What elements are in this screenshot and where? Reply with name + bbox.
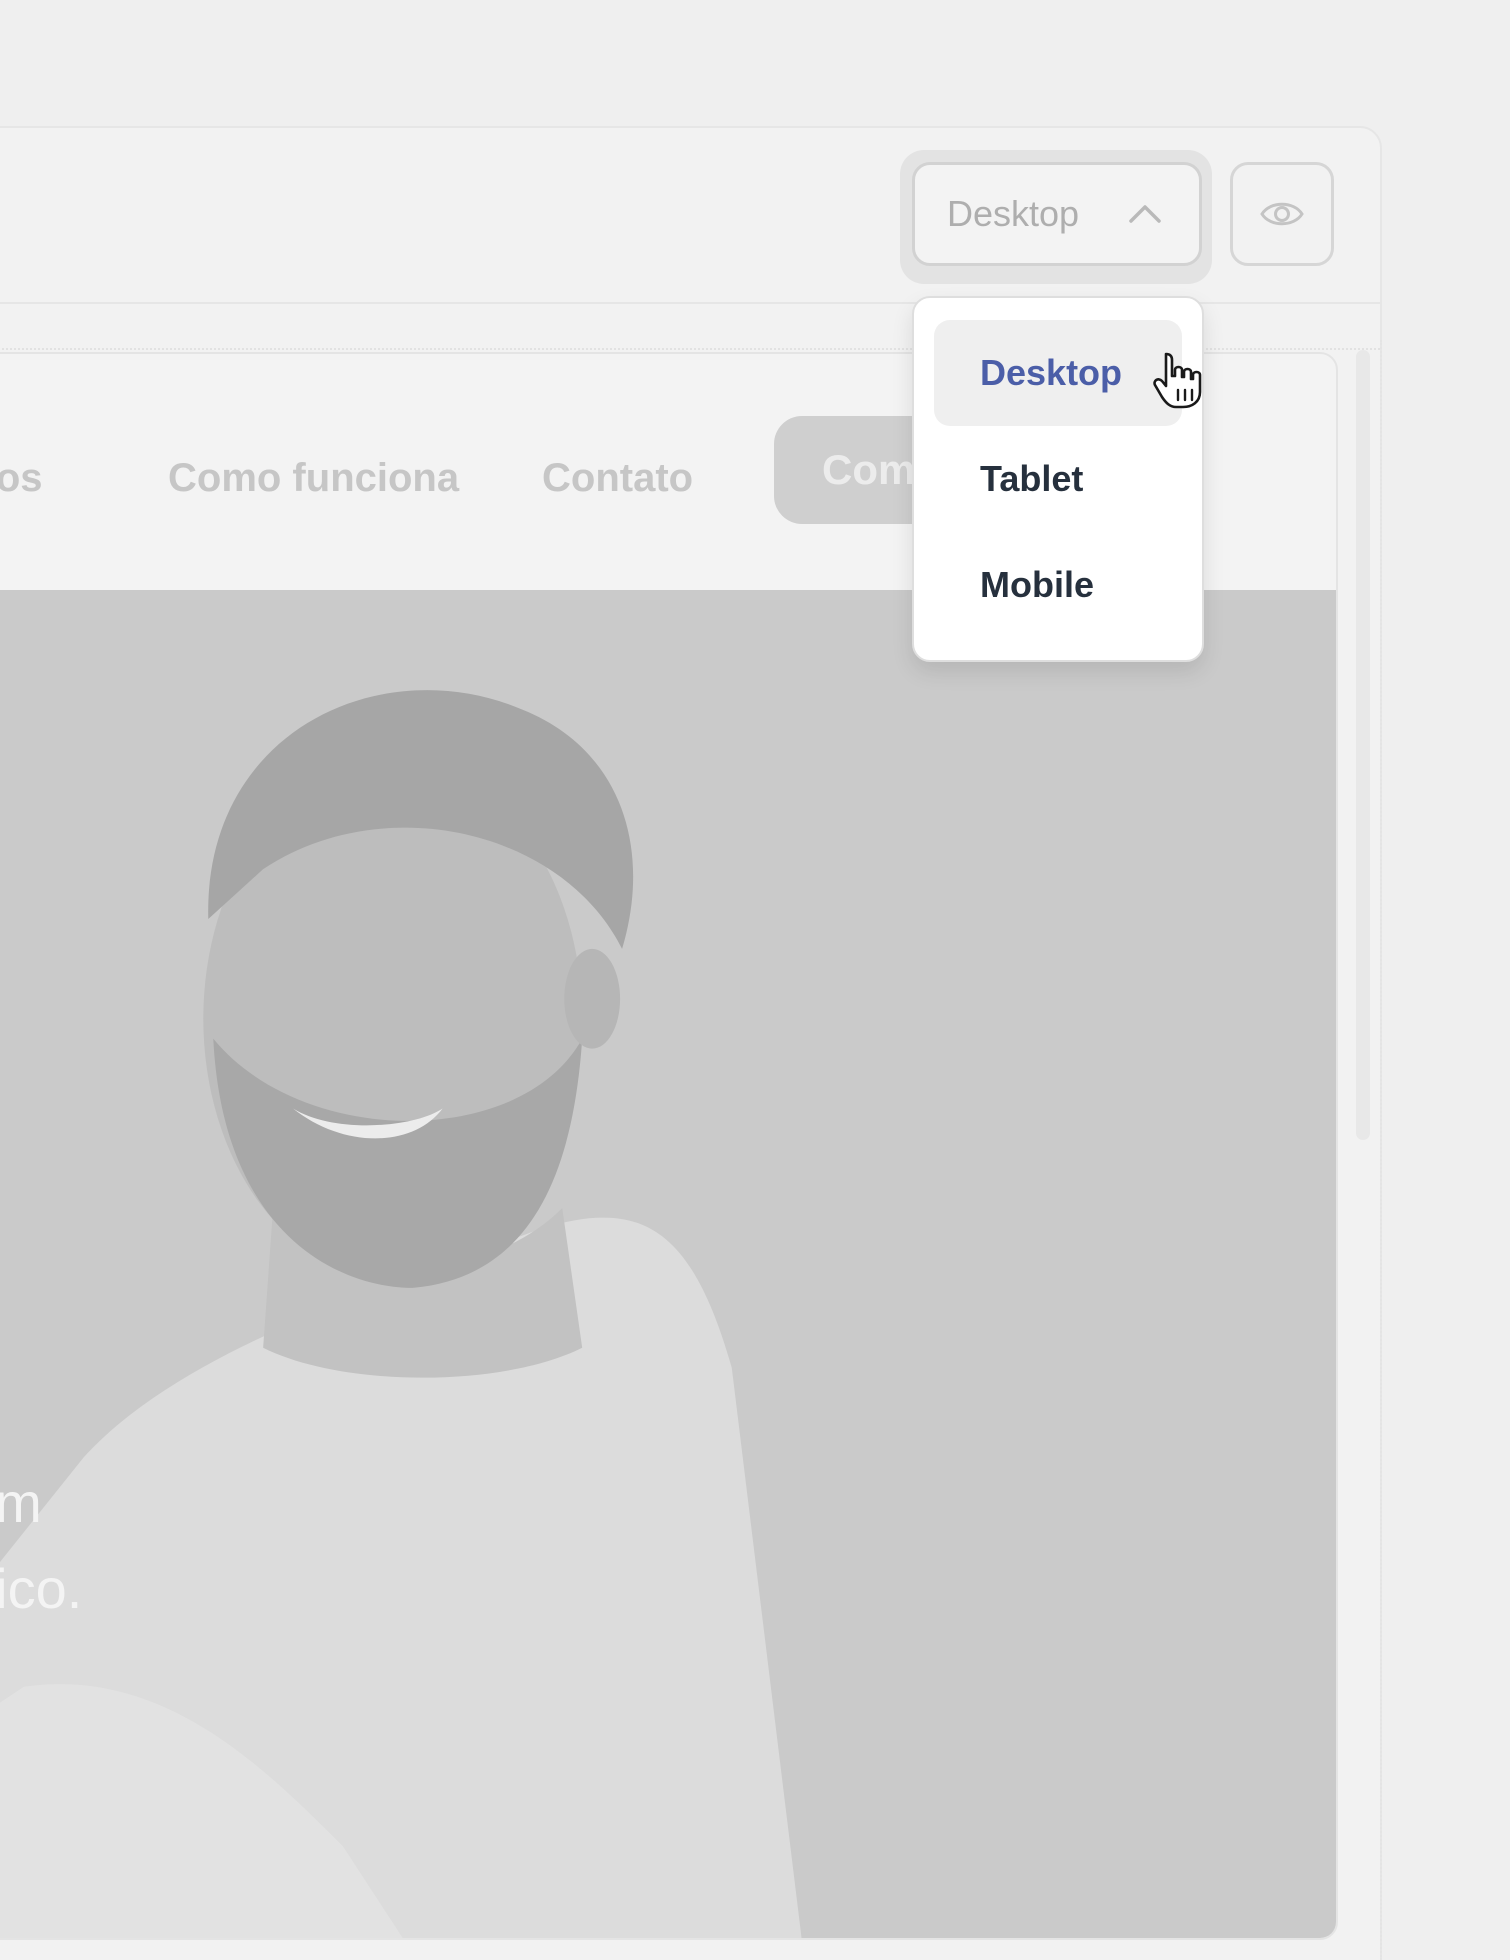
canvas-right-guide	[1380, 340, 1382, 1960]
canvas-scrollbar[interactable]	[1356, 350, 1370, 1140]
hero-headline-line-1: em	[0, 1470, 42, 1535]
nav-link-cursos[interactable]: rsos	[0, 456, 43, 501]
nav-link-contato[interactable]: Contato	[542, 456, 693, 501]
chevron-up-icon	[1129, 205, 1161, 223]
hero-section: em nico.	[0, 590, 1336, 1938]
screen: Desktop rsos Como funciona Contato Com	[0, 0, 1510, 1960]
hand-pointer-icon	[1153, 352, 1202, 409]
device-select-value: Desktop	[947, 193, 1080, 234]
device-option-desktop[interactable]: Desktop	[934, 320, 1182, 426]
hero-headline-line-2: nico.	[0, 1557, 83, 1620]
hero-person-photo	[0, 690, 802, 1938]
preview-button[interactable]	[1230, 162, 1334, 266]
eye-icon	[1260, 202, 1304, 226]
device-option-mobile[interactable]: Mobile	[934, 532, 1182, 638]
nav-link-como-funciona[interactable]: Como funciona	[168, 456, 459, 501]
editor-toolbar: Desktop	[0, 128, 1380, 304]
device-select[interactable]: Desktop	[912, 162, 1202, 266]
device-option-tablet[interactable]: Tablet	[934, 426, 1182, 532]
